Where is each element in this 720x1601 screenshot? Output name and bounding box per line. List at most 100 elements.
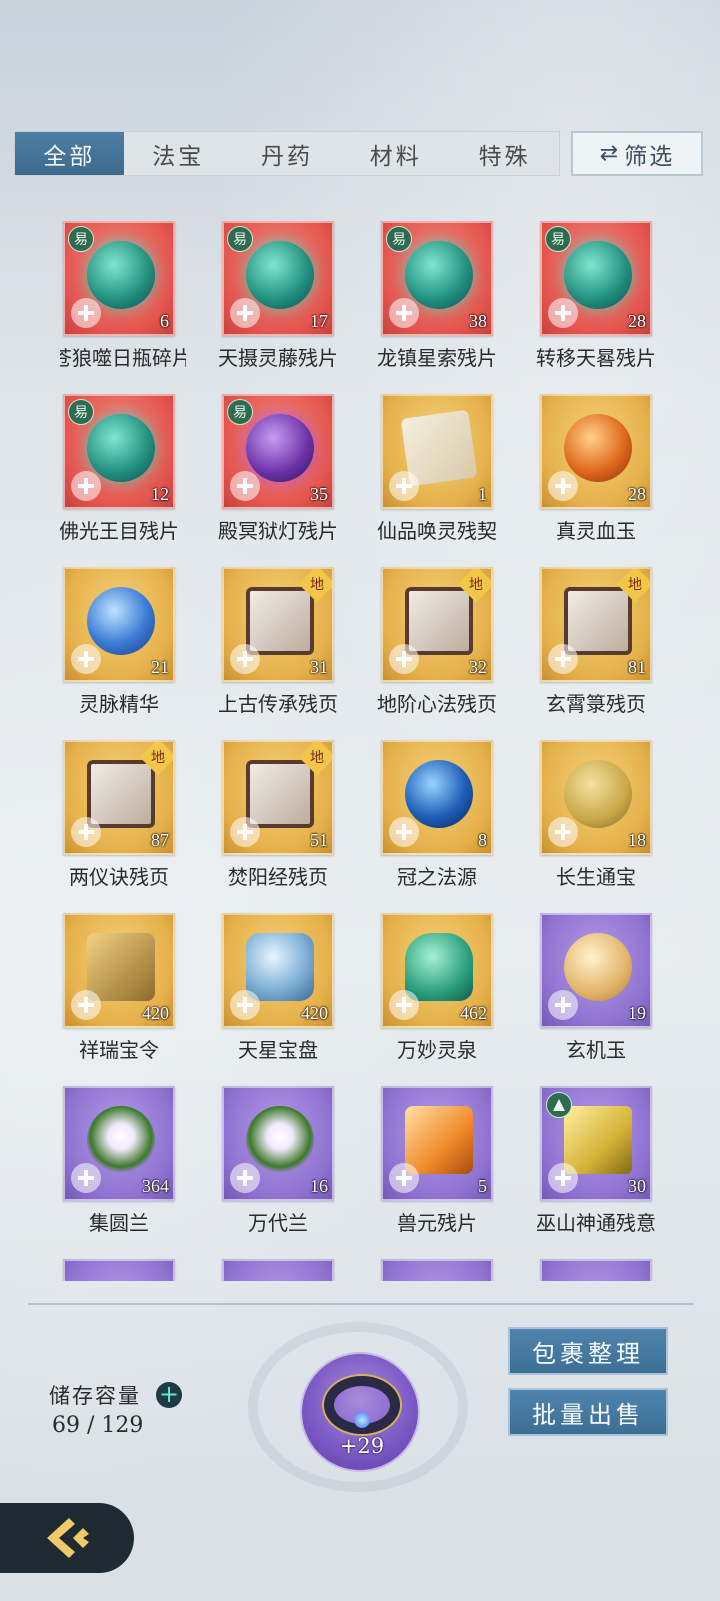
item-count: 1: [478, 484, 487, 504]
item-tile: 易 12: [63, 394, 175, 509]
equipped-item-slot[interactable]: +29: [300, 1352, 420, 1472]
item-tile: 28: [540, 394, 652, 509]
item-tile: 地 51: [222, 740, 334, 855]
expand-storage-icon[interactable]: +: [156, 1382, 182, 1408]
item-art-icon: [405, 241, 473, 309]
plus-icon: [71, 644, 101, 674]
inventory-item-partial[interactable]: [537, 1259, 655, 1281]
inventory-item[interactable]: 地 87 两仪诀残页: [60, 740, 178, 895]
swap-arrows-icon: ⇄: [599, 141, 621, 166]
inventory-item[interactable]: 易 17 天摄灵藤残片: [218, 221, 338, 376]
plus-icon: [548, 817, 578, 847]
inventory-item[interactable]: 30 巫山神通残意: [536, 1086, 656, 1241]
item-name: 祥瑞宝令: [79, 1038, 159, 1062]
filter-button[interactable]: ⇄ 筛选: [571, 131, 703, 176]
tradeable-badge: 易: [227, 226, 253, 252]
item-tile: 5: [381, 1086, 493, 1201]
back-arrow-icon: [47, 1518, 89, 1558]
item-name: 天星宝盘: [238, 1038, 318, 1062]
inventory-item[interactable]: 462 万妙灵泉: [378, 913, 496, 1068]
inventory-item[interactable]: 易 35 殿冥狱灯残片: [218, 394, 338, 549]
tab-special[interactable]: 特殊: [450, 132, 559, 175]
inventory-item-partial[interactable]: [60, 1259, 178, 1281]
inventory-item[interactable]: 易 38 龙镇星索残片: [377, 221, 497, 376]
item-tile: 21: [63, 567, 175, 682]
item-count: 364: [142, 1176, 169, 1196]
plus-icon: [71, 471, 101, 501]
plus-icon: [548, 471, 578, 501]
tab-pills[interactable]: 丹药: [233, 132, 342, 175]
inventory-item[interactable]: 1 仙品唤灵残契: [377, 394, 497, 549]
plus-icon: [548, 298, 578, 328]
plus-icon: [230, 1163, 260, 1193]
item-tile: 420: [63, 913, 175, 1028]
item-name: 玄机玉: [566, 1038, 626, 1062]
item-art-icon: [405, 587, 473, 655]
plus-icon: [230, 644, 260, 674]
bulk-sell-button[interactable]: 批量出售: [508, 1388, 668, 1436]
inventory-item[interactable]: 18 长生通宝: [537, 740, 655, 895]
item-count: 462: [460, 1003, 487, 1023]
inventory-item-partial[interactable]: [378, 1259, 496, 1281]
item-art-icon: [87, 933, 155, 1001]
mountain-badge-icon: [546, 1092, 572, 1118]
item-art-icon: [87, 760, 155, 828]
item-tile: 易 17: [222, 221, 334, 336]
storage-capacity-value: 69 / 129: [52, 1413, 144, 1438]
plus-icon: [389, 298, 419, 328]
inventory-item[interactable]: 28 真灵血玉: [537, 394, 655, 549]
inventory-item[interactable]: 地 32 地阶心法残页: [377, 567, 497, 722]
item-tile: 易6: [63, 221, 175, 336]
earth-grade-label: 地: [469, 577, 483, 593]
item-art-icon: [564, 241, 632, 309]
item-count: 18: [628, 830, 646, 850]
inventory-item[interactable]: 8 冠之法源: [378, 740, 496, 895]
item-art-icon: [246, 1106, 314, 1174]
plus-icon: [389, 817, 419, 847]
item-art-icon: [246, 760, 314, 828]
inventory-item[interactable]: 420 天星宝盘: [219, 913, 337, 1068]
earth-grade-label: 地: [151, 750, 165, 766]
item-count: 420: [142, 1003, 169, 1023]
item-art-icon: [246, 414, 314, 482]
item-art-icon: [405, 760, 473, 828]
item-count: 5: [478, 1176, 487, 1196]
inventory-item[interactable]: 易 28 转移天晷残片: [536, 221, 656, 376]
item-art-icon: [87, 1106, 155, 1174]
inventory-item[interactable]: 易 6 苍狼噬日瓶碎片: [60, 221, 186, 376]
item-art-icon: [246, 241, 314, 309]
filter-label: 筛选: [624, 143, 675, 170]
tab-materials[interactable]: 材料: [341, 132, 450, 175]
item-tile: [222, 1259, 334, 1281]
item-tile: 地 31: [222, 567, 334, 682]
inventory-item[interactable]: 19 玄机玉: [537, 913, 655, 1068]
item-tile: 易 38: [381, 221, 493, 336]
plus-icon: [389, 990, 419, 1020]
organize-bag-button[interactable]: 包裹整理: [508, 1327, 668, 1375]
item-tile: [540, 1259, 652, 1281]
inventory-item[interactable]: 地 81 玄霄箓残页: [537, 567, 655, 722]
inventory-item[interactable]: 地 31 上古传承残页: [218, 567, 338, 722]
item-count: 81: [628, 657, 646, 677]
plus-icon: [389, 471, 419, 501]
item-count: 32: [469, 657, 487, 677]
item-count: 87: [151, 830, 169, 850]
inventory-item[interactable]: 16 万代兰: [219, 1086, 337, 1241]
tab-all[interactable]: 全部: [15, 132, 124, 175]
item-tile: 19: [540, 913, 652, 1028]
tab-artifacts[interactable]: 法宝: [124, 132, 233, 175]
item-name: 两仪诀残页: [69, 865, 169, 889]
inventory-item[interactable]: 5 兽元残片: [378, 1086, 496, 1241]
item-count: 16: [310, 1176, 328, 1196]
inventory-item[interactable]: 420 祥瑞宝令: [60, 913, 178, 1068]
back-button[interactable]: [0, 1503, 134, 1573]
inventory-item[interactable]: 易 12 佛光王目残片: [60, 394, 179, 549]
item-name: 苍狼噬日瓶碎片: [60, 346, 186, 370]
inventory-item[interactable]: 21 灵脉精华: [60, 567, 178, 722]
item-name: 龙镇星索残片: [377, 346, 497, 370]
inventory-item-partial[interactable]: [219, 1259, 337, 1281]
inventory-item[interactable]: 地 51 焚阳经残页: [219, 740, 337, 895]
inventory-item[interactable]: 364 集圆兰: [60, 1086, 178, 1241]
item-name: 殿冥狱灯残片: [218, 519, 338, 543]
earth-grade-label: 地: [310, 750, 324, 766]
